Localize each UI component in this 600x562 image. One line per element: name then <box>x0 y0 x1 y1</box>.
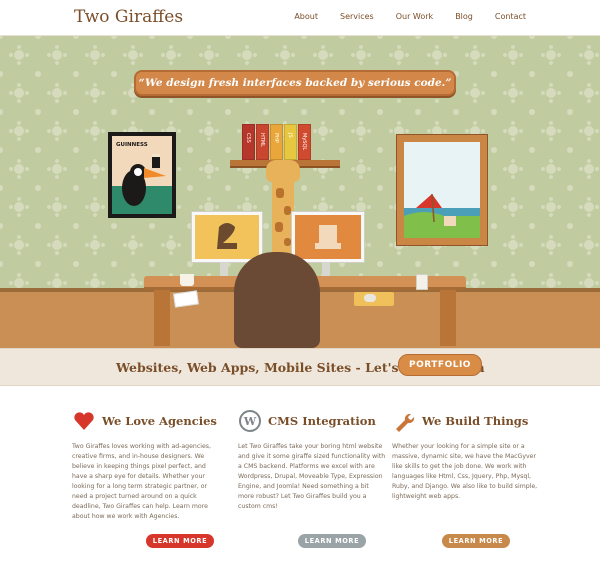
column-body: Let Two Giraffes take your boring html w… <box>238 443 386 510</box>
nav-blog[interactable]: Blog <box>455 12 473 21</box>
main-nav: About Services Our Work Blog Contact <box>272 12 526 21</box>
two-icon <box>195 215 259 259</box>
column-agencies: We Love Agencies Two Giraffes loves work… <box>72 408 220 522</box>
nav-contact[interactable]: Contact <box>495 12 526 21</box>
wordpress-icon: W <box>238 409 262 433</box>
heart-icon <box>72 409 96 433</box>
column-title: We Build Things <box>422 414 529 428</box>
right-monitor <box>292 212 364 262</box>
column-build: We Build Things Whether your looking for… <box>392 408 540 502</box>
learn-more-cms-button[interactable]: LEARN MORE <box>298 534 366 548</box>
column-cms: W CMS Integration Let Two Giraffes take … <box>238 408 386 512</box>
ui-icon <box>295 215 361 259</box>
guinness-poster: GUINNESS <box>108 132 176 218</box>
coffee-cup <box>180 274 194 286</box>
book-html: HTML <box>256 124 269 160</box>
toucan-icon <box>112 154 172 214</box>
column-title: We Love Agencies <box>102 414 217 428</box>
tagline-banner: “We design fresh interfaces backed by se… <box>134 70 456 96</box>
mouse <box>364 294 376 302</box>
book-php: PHP <box>270 124 283 160</box>
nav-about[interactable]: About <box>294 12 318 21</box>
tagline-text: “We design fresh interfaces backed by se… <box>138 77 452 89</box>
book-js: JS <box>284 124 297 160</box>
wrench-icon <box>392 409 416 433</box>
office-chair <box>234 252 320 348</box>
book-css: CSS <box>242 124 255 160</box>
window-picture <box>396 134 488 246</box>
column-title: CMS Integration <box>268 414 376 428</box>
portfolio-button[interactable]: PORTFOLIO <box>398 354 482 376</box>
giraffe-head <box>266 160 300 182</box>
beach-scene <box>404 142 480 238</box>
site-logo[interactable]: Two Giraffes <box>74 7 183 27</box>
nav-our-work[interactable]: Our Work <box>396 12 433 21</box>
left-monitor <box>192 212 262 262</box>
nav-services[interactable]: Services <box>340 12 374 21</box>
svg-text:W: W <box>243 415 257 428</box>
column-body: Whether your looking for a simple site o… <box>392 443 538 500</box>
site-header: Two Giraffes About Services Our Work Blo… <box>0 0 600 36</box>
learn-more-build-button[interactable]: LEARN MORE <box>442 534 510 548</box>
learn-more-agencies-button[interactable]: LEARN MORE <box>146 534 214 548</box>
cta-strip: Websites, Web Apps, Mobile Sites - Let's… <box>0 348 600 386</box>
book-mysql: MySQL <box>298 124 311 160</box>
column-body: Two Giraffes loves working with ad-agenc… <box>72 443 211 520</box>
wall-outlet <box>416 274 428 290</box>
